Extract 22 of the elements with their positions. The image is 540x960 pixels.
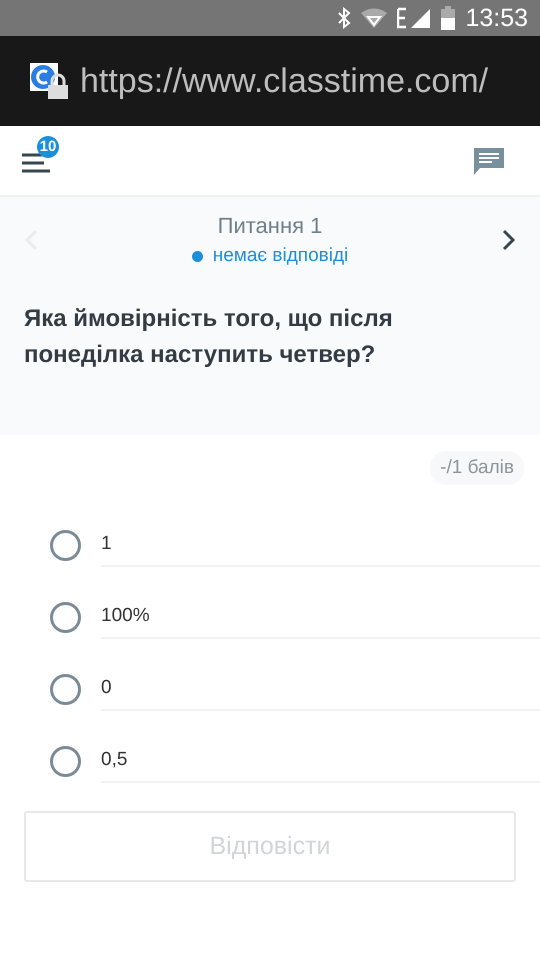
radio-button[interactable] (50, 746, 81, 776)
chat-icon[interactable] (474, 146, 504, 176)
notification-badge: 10 (37, 136, 59, 158)
status-dot (192, 250, 203, 262)
answer-status: немає відповіді (212, 245, 348, 267)
radio-button[interactable] (50, 674, 81, 704)
site-lock-icon (30, 63, 68, 99)
radio-button[interactable] (50, 530, 81, 560)
menu-icon[interactable] (22, 152, 50, 174)
points-label: -/1 балів (430, 451, 524, 485)
option-label[interactable]: 0 (101, 667, 540, 711)
bluetooth-icon (337, 7, 352, 29)
radio-button[interactable] (50, 602, 81, 632)
question-number: Питання 1 (218, 213, 322, 239)
question-text: Яка ймовірність того, що після понеділка наступить четвер? (24, 304, 394, 370)
battery-icon (441, 6, 456, 30)
signal-icon (397, 7, 432, 29)
option-label[interactable]: 100% (101, 595, 540, 639)
option-label[interactable]: 0,5 (101, 739, 540, 783)
clock-time: 13:53 (465, 4, 528, 32)
wifi-icon (361, 8, 388, 28)
option-label[interactable]: 1 (101, 523, 540, 567)
